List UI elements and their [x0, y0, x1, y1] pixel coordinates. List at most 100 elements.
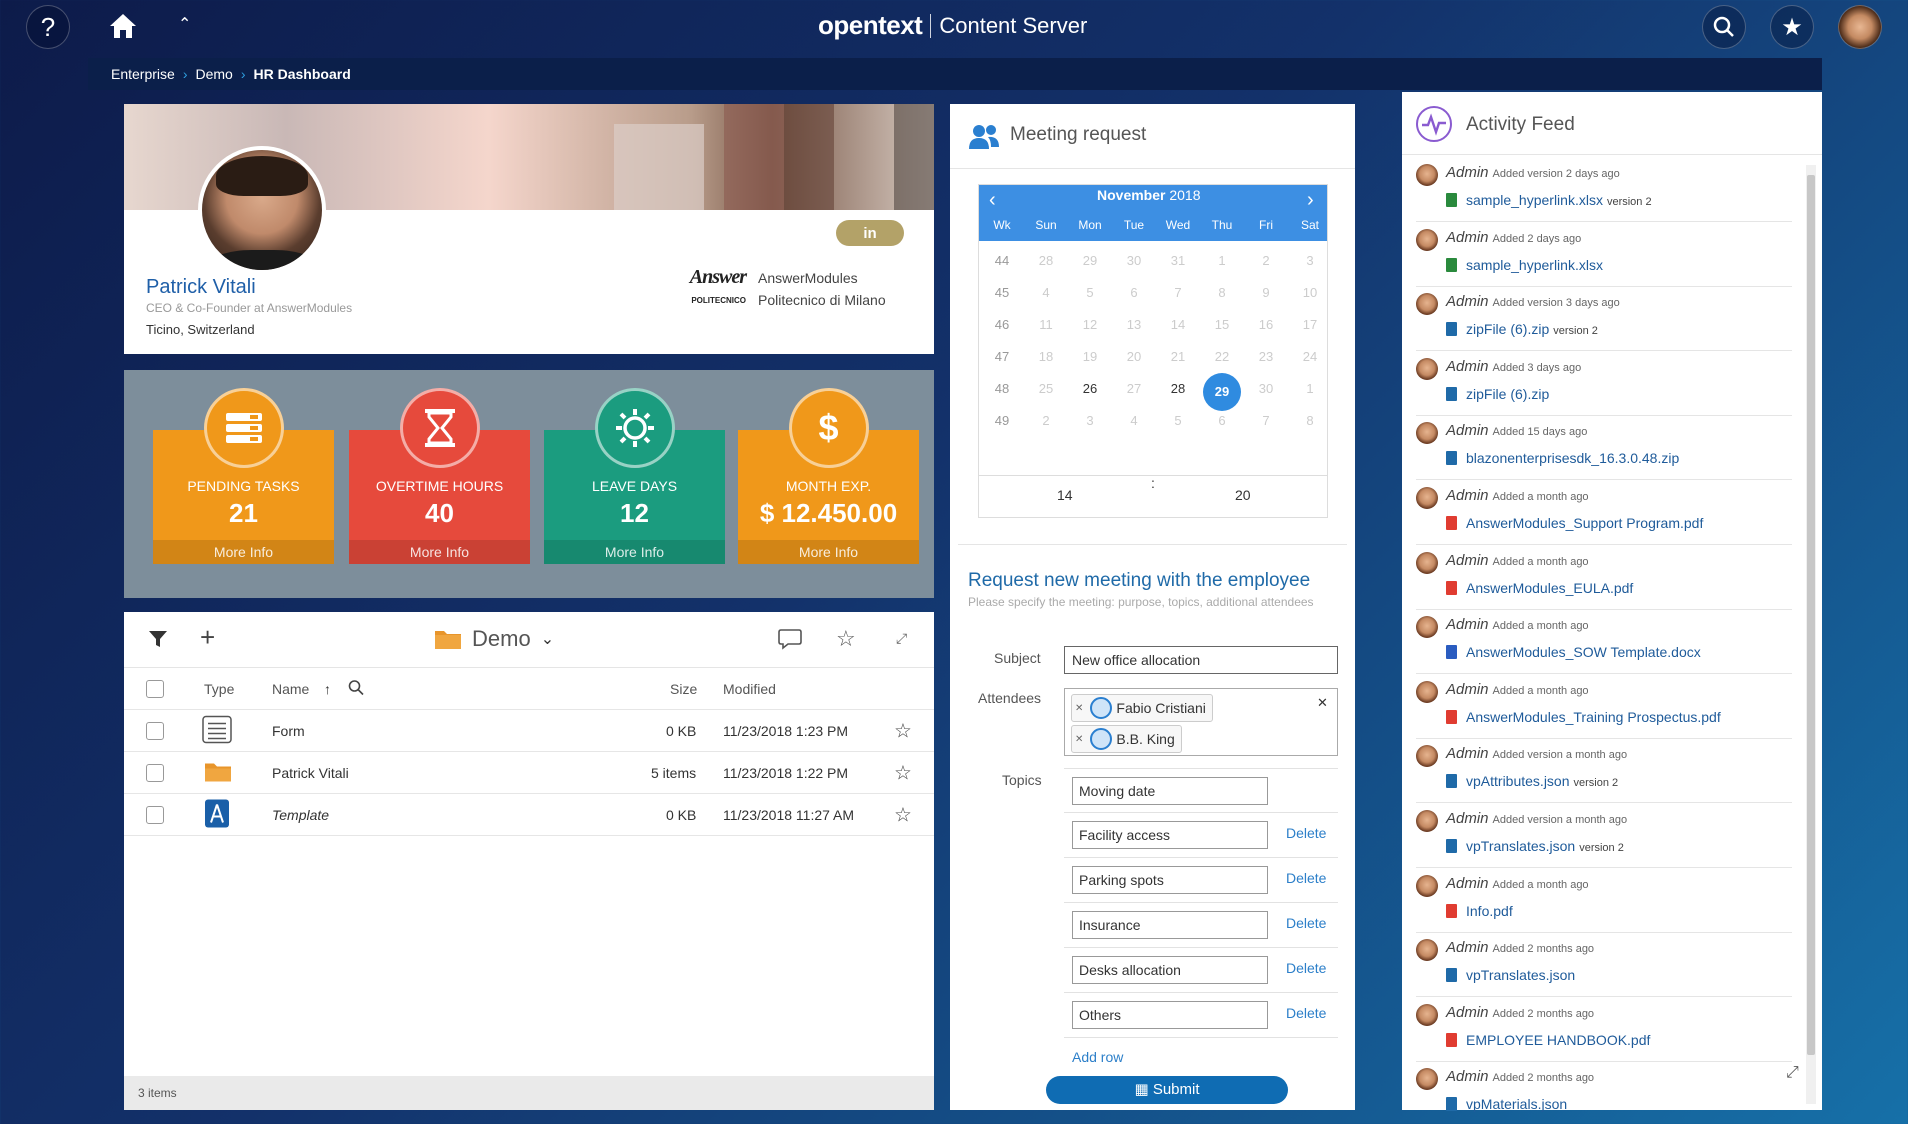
search-column-button[interactable] [348, 679, 364, 698]
feed-file[interactable]: blazonenterprisesdk_16.3.0.48.zip [1466, 450, 1679, 466]
feed-user[interactable]: Admin [1446, 422, 1489, 439]
feed-file[interactable]: vpMaterials.json [1466, 1096, 1567, 1112]
more-info-link[interactable]: More Info [153, 540, 334, 564]
user-avatar[interactable] [1416, 1068, 1438, 1091]
favorite-button[interactable]: ☆ [836, 626, 856, 652]
column-type[interactable]: Type [204, 681, 234, 697]
delete-topic-button[interactable]: Delete [1286, 915, 1326, 931]
calendar-day[interactable]: 13 [1112, 309, 1156, 341]
favorites-button[interactable]: ★ [1770, 5, 1814, 49]
calendar-day[interactable]: 6 [1200, 405, 1244, 437]
calendar-day[interactable]: 11 [1024, 309, 1068, 341]
calendar-day[interactable]: 29 [1200, 373, 1244, 411]
table-row[interactable]: Form 0 KB 11/23/2018 1:23 PM ☆ [124, 710, 934, 752]
select-all-checkbox[interactable] [146, 679, 164, 698]
feed-file[interactable]: AnswerModules_SOW Template.docx [1466, 644, 1701, 660]
clear-attendees-button[interactable]: ✕ [1317, 695, 1328, 711]
calendar-day[interactable]: 7 [1244, 405, 1288, 437]
feed-file[interactable]: AnswerModules_Training Prospectus.pdf [1466, 709, 1721, 725]
column-name[interactable]: Name [272, 681, 309, 697]
feed-file-name[interactable]: AnswerModules_SOW Template.docx [1466, 644, 1701, 660]
feed-file[interactable]: vpTranslates.json version 2 [1466, 838, 1624, 854]
help-button[interactable]: ? [26, 5, 70, 49]
remove-attendee-button[interactable]: ✕ [1072, 734, 1086, 745]
feed-file-name[interactable]: Info.pdf [1466, 903, 1513, 919]
topic-input[interactable]: Moving date [1072, 777, 1268, 805]
user-avatar[interactable] [1416, 616, 1438, 639]
calendar-day[interactable]: 3 [1288, 245, 1332, 277]
user-avatar[interactable] [1416, 810, 1438, 832]
filter-button[interactable] [148, 630, 168, 651]
feed-scrollbar[interactable] [1806, 165, 1816, 1104]
feed-user[interactable]: Admin [1446, 681, 1489, 698]
feed-file[interactable]: sample_hyperlink.xlsx version 2 [1466, 192, 1652, 208]
calendar-day[interactable]: 2 [1024, 405, 1068, 437]
feed-user[interactable]: Admin [1446, 229, 1489, 246]
calendar-day[interactable]: 18 [1024, 341, 1068, 373]
calendar-day[interactable]: 2 [1244, 245, 1288, 277]
file-name[interactable]: Patrick Vitali [272, 765, 349, 781]
feed-file[interactable]: AnswerModules_EULA.pdf [1466, 580, 1633, 596]
user-avatar[interactable] [1416, 228, 1438, 251]
column-modified[interactable]: Modified [723, 681, 776, 697]
delete-topic-button[interactable]: Delete [1286, 870, 1326, 886]
feed-user[interactable]: Admin [1446, 745, 1489, 762]
calendar-day[interactable]: 27 [1112, 373, 1156, 405]
feed-file-name[interactable]: vpTranslates.json [1466, 967, 1575, 983]
feed-user[interactable]: Admin [1446, 293, 1489, 310]
profile-name[interactable]: Patrick Vitali [146, 276, 256, 299]
calendar-month-year[interactable]: November 2018 [1097, 187, 1201, 203]
user-avatar[interactable] [1416, 164, 1438, 186]
calendar-day[interactable]: 24 [1288, 341, 1332, 373]
calendar-day[interactable]: 4 [1024, 277, 1068, 309]
user-avatar[interactable] [1416, 422, 1438, 445]
user-avatar[interactable] [1838, 5, 1882, 49]
user-avatar[interactable] [1416, 680, 1438, 703]
remove-attendee-button[interactable]: ✕ [1072, 703, 1086, 714]
calendar-day[interactable]: 30 [1112, 245, 1156, 277]
feed-user[interactable]: Admin [1446, 1004, 1489, 1021]
calendar-day[interactable]: 19 [1068, 341, 1112, 373]
feed-user[interactable]: Admin [1446, 810, 1489, 827]
calendar-day[interactable]: 5 [1156, 405, 1200, 437]
calendar-day[interactable]: 28 [1156, 373, 1200, 405]
feed-file-name[interactable]: sample_hyperlink.xlsx [1466, 192, 1603, 208]
calendar-day[interactable]: 14 [1156, 309, 1200, 341]
more-info-link[interactable]: More Info [544, 540, 725, 564]
feed-user[interactable]: Admin [1446, 164, 1489, 181]
user-avatar[interactable] [1416, 293, 1438, 316]
add-row-link[interactable]: Add row [1072, 1049, 1123, 1065]
calendar-day[interactable]: 1 [1200, 245, 1244, 277]
breadcrumb-enterprise[interactable]: Enterprise [111, 66, 175, 82]
sort-ascending-icon[interactable]: ↑ [324, 681, 331, 697]
add-button[interactable]: + [200, 624, 215, 650]
star-outline-icon[interactable]: ☆ [894, 802, 912, 827]
prev-month-button[interactable]: ‹ [989, 189, 996, 212]
calendar-day[interactable]: 12 [1068, 309, 1112, 341]
calendar-day[interactable]: 6 [1112, 277, 1156, 309]
minute-value[interactable]: 20 [1235, 487, 1251, 503]
user-avatar[interactable] [1416, 745, 1438, 768]
calendar-day[interactable]: 3 [1068, 405, 1112, 437]
column-size[interactable]: Size [670, 681, 697, 697]
feed-file[interactable]: sample_hyperlink.xlsx [1466, 257, 1603, 273]
user-avatar[interactable] [1416, 551, 1438, 574]
topic-input[interactable]: Desks allocation [1072, 956, 1268, 984]
feed-file-name[interactable]: zipFile (6).zip [1466, 386, 1549, 402]
feed-file[interactable]: Info.pdf [1466, 903, 1513, 919]
calendar-day[interactable]: 8 [1200, 277, 1244, 309]
feed-file-name[interactable]: zipFile (6).zip [1466, 321, 1549, 337]
comments-button[interactable] [778, 628, 802, 653]
star-outline-icon[interactable]: ☆ [894, 718, 912, 743]
row-checkbox[interactable] [146, 763, 164, 782]
row-checkbox[interactable] [146, 721, 164, 740]
feed-file-name[interactable]: vpAttributes.json [1466, 773, 1570, 789]
subject-input[interactable]: New office allocation [1064, 646, 1338, 674]
calendar-day[interactable]: 28 [1024, 245, 1068, 277]
calendar-day[interactable]: 4 [1112, 405, 1156, 437]
hour-value[interactable]: 14 [1057, 487, 1073, 503]
topic-input[interactable]: Others [1072, 1001, 1268, 1029]
calendar-day[interactable]: 8 [1288, 405, 1332, 437]
collapse-up-button[interactable]: ⌃ [178, 14, 191, 34]
folder-title[interactable]: Demo ⌄ [434, 626, 554, 652]
